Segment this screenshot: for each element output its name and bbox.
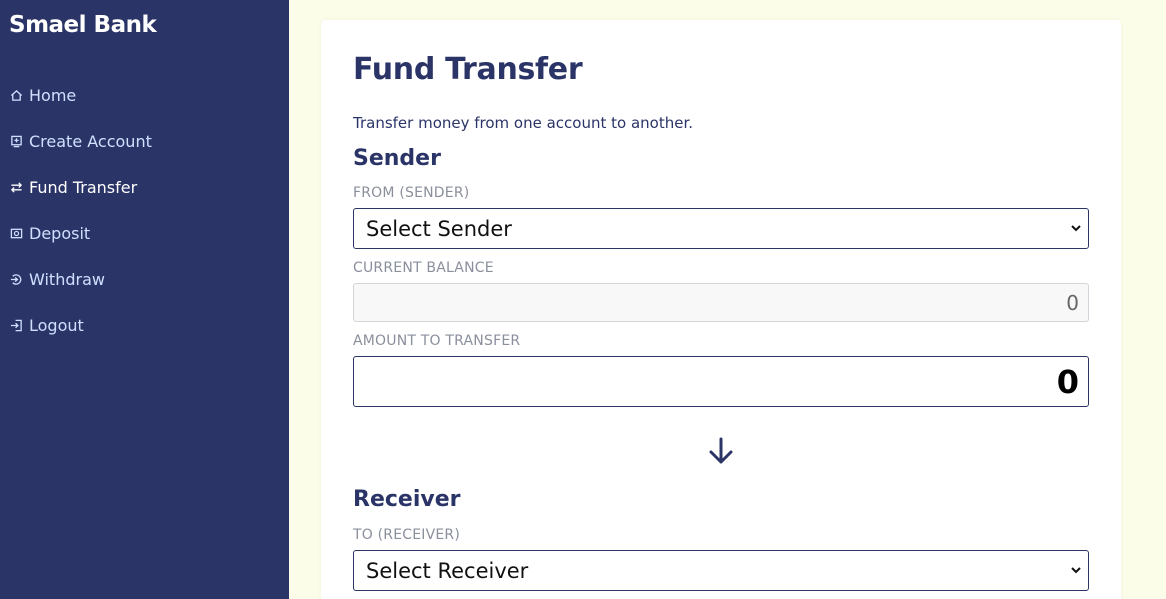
amount-input[interactable]: 0	[353, 356, 1089, 407]
brand-logo: Smael Bank	[9, 12, 157, 38]
sidebar-item-deposit[interactable]: Deposit	[0, 210, 289, 256]
sidebar-item-label: Create Account	[29, 131, 152, 151]
sidebar-item-label: Home	[29, 85, 77, 105]
fund-transfer-card: Fund Transfer Transfer money from one ac…	[321, 20, 1121, 599]
amount-value: 0	[1056, 362, 1079, 401]
home-icon	[9, 88, 23, 102]
current-balance-value: 0	[1066, 290, 1079, 315]
sidebar-item-home[interactable]: Home	[0, 72, 289, 118]
from-sender-label: FROM (SENDER)	[353, 185, 470, 201]
page-subtitle: Transfer money from one account to anoth…	[353, 114, 694, 132]
receiver-select-value: Select Receiver	[366, 558, 529, 583]
sidebar-item-label: Withdraw	[29, 269, 105, 289]
sidebar-nav: Home Create Account Fund Transfer Deposi…	[0, 72, 289, 348]
sidebar-item-withdraw[interactable]: Withdraw	[0, 256, 289, 302]
sidebar-item-create-account[interactable]: Create Account	[0, 118, 289, 164]
chevron-down-icon	[1071, 567, 1081, 574]
sidebar-item-fund-transfer[interactable]: Fund Transfer	[0, 164, 289, 210]
sender-select[interactable]: Select Sender	[353, 208, 1089, 249]
sidebar-item-logout[interactable]: Logout	[0, 302, 289, 348]
sidebar-item-label: Fund Transfer	[29, 177, 138, 197]
create-account-icon	[9, 134, 23, 148]
current-balance-label: CURRENT BALANCE	[353, 260, 494, 276]
amount-label: AMOUNT TO TRANSFER	[353, 333, 521, 349]
deposit-icon	[9, 226, 23, 240]
sender-select-value: Select Sender	[366, 216, 512, 241]
page-title: Fund Transfer	[353, 52, 583, 87]
receiver-select[interactable]: Select Receiver	[353, 550, 1089, 591]
arrow-down-icon	[709, 437, 733, 464]
sender-heading: Sender	[353, 146, 441, 171]
logout-icon	[9, 318, 23, 332]
to-receiver-label: TO (RECEIVER)	[353, 527, 461, 543]
sidebar-item-label: Deposit	[29, 223, 91, 243]
current-balance-field: 0	[353, 283, 1089, 322]
sidebar-item-label: Logout	[29, 315, 84, 335]
sidebar: Smael Bank Home Create Account Fund Tran…	[0, 0, 289, 599]
chevron-down-icon	[1071, 225, 1081, 232]
withdraw-icon	[9, 272, 23, 286]
transfer-icon	[9, 180, 23, 194]
receiver-heading: Receiver	[353, 487, 461, 512]
